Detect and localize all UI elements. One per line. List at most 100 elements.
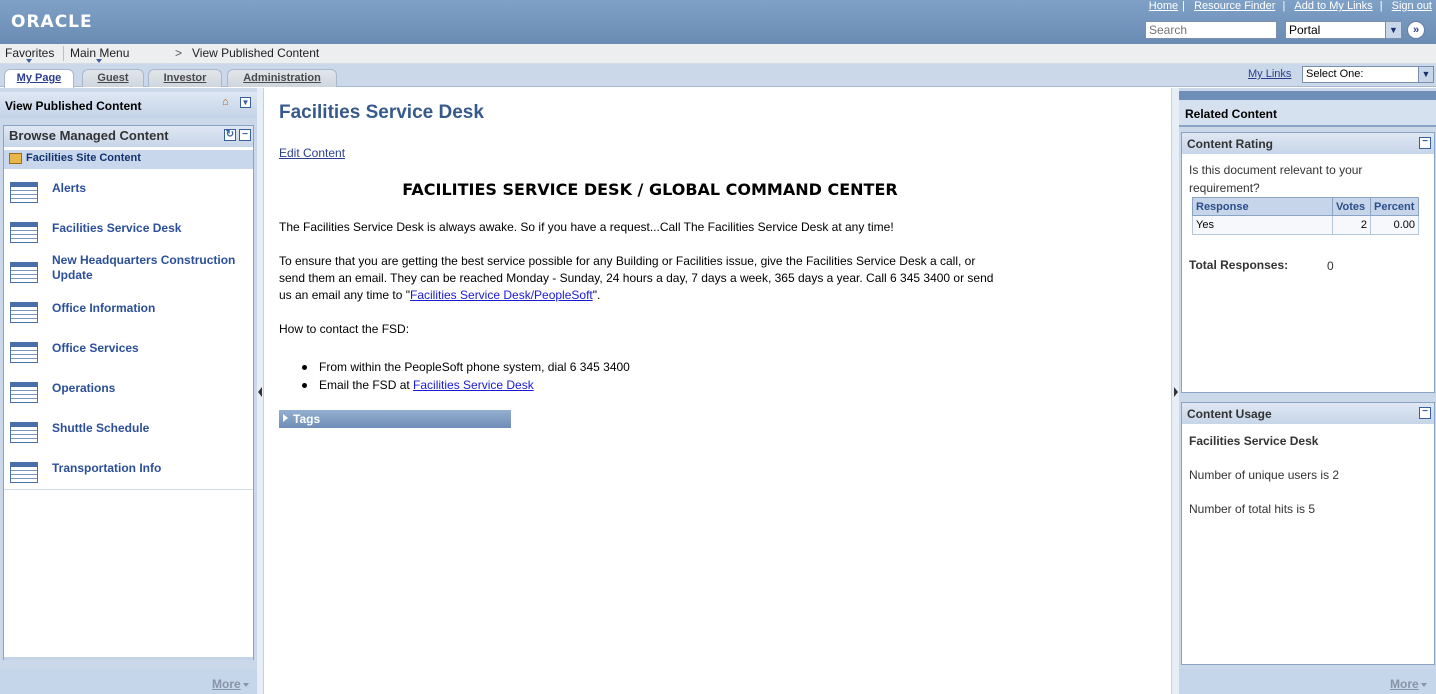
tabs-bar: My Page Guest Investor Administration bbox=[0, 64, 1436, 88]
portal-select[interactable]: Portal ▼ bbox=[1285, 21, 1402, 39]
folder-label: Facilities Site Content bbox=[26, 152, 141, 164]
contact-list: From within the PeopleSoft phone system,… bbox=[302, 358, 630, 394]
expand-arrow-icon bbox=[283, 414, 288, 422]
minimize-icon[interactable]: − bbox=[1419, 407, 1431, 419]
table-cell: Yes bbox=[1192, 215, 1333, 235]
tags-toggle[interactable]: Tags bbox=[279, 410, 511, 428]
list-item[interactable]: Operations bbox=[4, 373, 253, 413]
chevron-down-icon[interactable]: ▼ bbox=[240, 97, 251, 108]
list-item: From within the PeopleSoft phone system,… bbox=[302, 358, 630, 376]
list-item-label[interactable]: Operations bbox=[52, 381, 248, 396]
caret-down-icon bbox=[1420, 682, 1427, 687]
oracle-logo: ORACLE bbox=[11, 12, 93, 32]
search-input[interactable] bbox=[1145, 21, 1277, 39]
list-item[interactable]: Office Information bbox=[4, 293, 253, 333]
email-fsd-link[interactable]: Facilities Service Desk bbox=[413, 378, 534, 392]
resize-grip[interactable] bbox=[1181, 393, 1435, 402]
list-item[interactable]: Alerts bbox=[4, 173, 253, 213]
list-item-label[interactable]: Office Services bbox=[52, 341, 248, 356]
top-header: ORACLE Home | Resource Finder | Add to My… bbox=[0, 0, 1436, 44]
total-responses-label: Total Responses: bbox=[1189, 258, 1289, 272]
list-item[interactable]: Office Services bbox=[4, 333, 253, 373]
document-icon bbox=[10, 462, 38, 483]
more-link[interactable]: More bbox=[212, 677, 249, 691]
minimize-icon[interactable]: − bbox=[239, 129, 251, 141]
chevron-down-icon: ▼ bbox=[1418, 67, 1433, 82]
table-cell: 0.00 bbox=[1370, 215, 1419, 235]
chevron-down-icon: ▼ bbox=[1385, 22, 1401, 38]
favorites-dropdown-icon bbox=[26, 59, 32, 63]
related-content-title: Related Content bbox=[1179, 100, 1436, 127]
list-item-text: Email the FSD at bbox=[319, 378, 414, 392]
more-label: More bbox=[212, 677, 241, 691]
home-link[interactable]: Home bbox=[1149, 0, 1178, 12]
tab-guest[interactable]: Guest bbox=[82, 69, 144, 87]
content-usage-header: Content Usage − bbox=[1182, 403, 1434, 424]
left-panel-title: View Published Content bbox=[0, 92, 257, 118]
browse-title-text: Browse Managed Content bbox=[9, 128, 169, 143]
home-icon[interactable]: ⌂ bbox=[222, 96, 234, 108]
column-header: Percent bbox=[1370, 197, 1419, 216]
list-item-label[interactable]: Office Information bbox=[52, 301, 248, 316]
add-to-my-links-link[interactable]: Add to My Links bbox=[1294, 0, 1372, 12]
content-rating-header: Content Rating − bbox=[1182, 133, 1434, 154]
right-panel-splitter[interactable] bbox=[1171, 88, 1179, 694]
list-item-label[interactable]: Shuttle Schedule bbox=[52, 421, 248, 436]
table-row: Yes 2 0.00 bbox=[1192, 215, 1419, 235]
paragraph-service-end: ". bbox=[592, 288, 601, 302]
list-item[interactable]: New Headquarters Construction Update bbox=[4, 253, 253, 293]
portal-select-value: Portal bbox=[1289, 23, 1321, 37]
tab-my-page[interactable]: My Page bbox=[4, 69, 74, 88]
my-links-link[interactable]: My Links bbox=[1248, 68, 1291, 80]
favorites-menu[interactable]: Favorites bbox=[5, 46, 54, 60]
resource-finder-link[interactable]: Resource Finder bbox=[1194, 0, 1275, 12]
tags-label: Tags bbox=[293, 412, 321, 426]
document-icon bbox=[10, 382, 38, 403]
rating-question: Is this document relevant to your requir… bbox=[1189, 163, 1363, 195]
resize-grip[interactable] bbox=[4, 657, 253, 660]
rating-table: Response Votes Percent Yes 2 0.00 bbox=[1192, 197, 1419, 235]
document-icon bbox=[10, 302, 38, 323]
collapse-left-icon[interactable] bbox=[258, 387, 262, 397]
sign-out-link[interactable]: Sign out bbox=[1392, 0, 1432, 12]
paragraph-service-text: To ensure that you are getting the best … bbox=[279, 254, 994, 302]
page-title: Facilities Service Desk bbox=[279, 102, 484, 123]
document-icon bbox=[10, 422, 38, 443]
collapse-right-icon[interactable] bbox=[1174, 387, 1178, 397]
email-link[interactable]: Facilities Service Desk/PeopleSoft bbox=[410, 288, 593, 302]
tab-investor[interactable]: Investor bbox=[148, 69, 222, 87]
list-item[interactable]: Facilities Service Desk bbox=[4, 213, 253, 253]
list-item-label[interactable]: Alerts bbox=[52, 181, 248, 196]
total-responses-value: 0 bbox=[1327, 259, 1334, 273]
top-links: Home | Resource Finder | Add to My Links … bbox=[1148, 0, 1432, 12]
list-item[interactable]: Shuttle Schedule bbox=[4, 413, 253, 453]
list-item-label[interactable]: Transportation Info bbox=[52, 461, 248, 476]
breadcrumb[interactable]: View Published Content bbox=[192, 46, 319, 60]
folder-up-link[interactable]: Facilities Site Content bbox=[4, 150, 253, 169]
content-usage-title: Content Usage bbox=[1187, 407, 1272, 421]
menu-divider bbox=[63, 46, 64, 61]
usage-document-name: Facilities Service Desk bbox=[1189, 434, 1319, 448]
left-panel-splitter[interactable] bbox=[257, 88, 264, 694]
browse-title: Browse Managed Content ↻ − bbox=[4, 126, 253, 147]
column-header: Votes bbox=[1332, 197, 1371, 216]
list-item[interactable]: Transportation Info bbox=[4, 453, 253, 490]
main-content: Facilities Service Desk Edit Content FAC… bbox=[264, 88, 1171, 694]
search-go-button[interactable]: » bbox=[1407, 21, 1425, 39]
total-hits: Number of total hits is 5 bbox=[1189, 502, 1316, 516]
list-item-label[interactable]: Facilities Service Desk bbox=[52, 221, 248, 236]
my-links-select[interactable]: Select One: ▼ bbox=[1302, 66, 1434, 83]
main-menu[interactable]: Main Menu bbox=[70, 46, 129, 60]
unique-users: Number of unique users is 2 bbox=[1189, 468, 1340, 482]
tab-administration[interactable]: Administration bbox=[227, 69, 337, 87]
right-panel-topbar bbox=[1179, 91, 1436, 100]
paragraph-contact: How to contact the FSD: bbox=[279, 322, 410, 336]
list-item-label[interactable]: New Headquarters Construction Update bbox=[52, 253, 248, 283]
paragraph-intro: The Facilities Service Desk is always aw… bbox=[279, 220, 894, 234]
minimize-icon[interactable]: − bbox=[1419, 137, 1431, 149]
main-menu-dropdown-icon bbox=[96, 59, 102, 63]
document-icon bbox=[10, 262, 38, 283]
refresh-icon[interactable]: ↻ bbox=[224, 129, 236, 141]
edit-content-link[interactable]: Edit Content bbox=[279, 146, 345, 160]
more-link[interactable]: More bbox=[1390, 677, 1427, 691]
